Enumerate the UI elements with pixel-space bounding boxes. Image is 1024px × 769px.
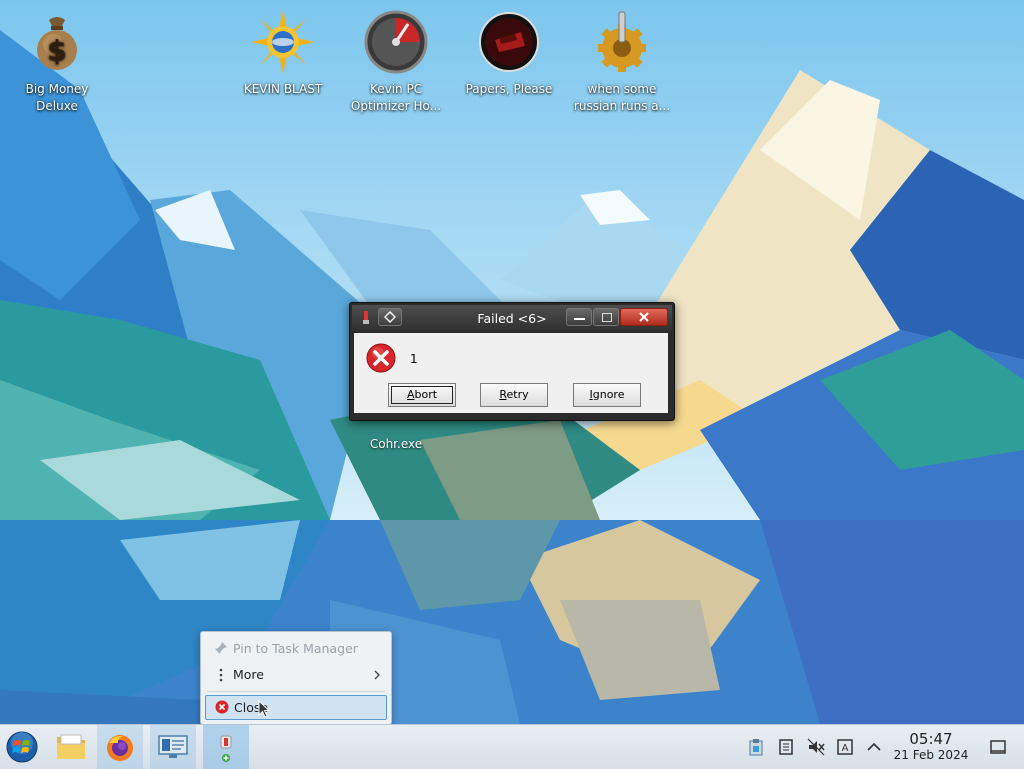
firefox-icon <box>107 735 133 761</box>
desktop-icon-russian-runs[interactable]: when some russian runs a... <box>567 10 677 115</box>
menu-item-more[interactable]: More <box>205 662 387 687</box>
desktop-icon-big-money[interactable]: $ Big Money Deluxe <box>2 10 112 115</box>
retry-mnemonic: R <box>499 388 507 401</box>
desktop-icon-kevin-blast[interactable]: KEVIN BLAST <box>228 10 338 98</box>
desktop-icon-papers-please[interactable]: Papers, Please <box>454 10 564 98</box>
ignore-label-rest: gnore <box>592 388 625 401</box>
money-bag-icon: $ <box>37 17 77 70</box>
abort-button[interactable]: Abort <box>388 383 456 407</box>
volume-muted-icon[interactable] <box>807 738 825 756</box>
abort-label-rest: bort <box>414 388 438 401</box>
mouse-cursor-icon <box>258 700 270 718</box>
desktop-icon-kevin-pc-optimizer[interactable]: Kevin PC Optimizer Ho... <box>341 10 451 115</box>
desktop-icon-label: Big Money Deluxe <box>25 82 89 113</box>
gauge-icon <box>364 10 428 74</box>
close-window-button[interactable] <box>620 308 668 326</box>
retry-button[interactable]: Retry <box>480 383 548 407</box>
clock-time[interactable]: 05:47 <box>893 730 969 748</box>
pin-icon <box>213 636 229 661</box>
gear-icon <box>598 11 646 72</box>
menu-separator <box>207 691 385 692</box>
taskbar-file-manager[interactable] <box>48 725 94 769</box>
windows-start-orb-icon <box>6 731 38 763</box>
close-icon <box>639 312 649 322</box>
dialog-titlebar[interactable]: Failed <6> <box>352 305 672 331</box>
show-desktop-icon[interactable] <box>989 738 1007 756</box>
vertical-dots-icon <box>213 662 229 687</box>
dialog-body: 1 Abort Retry Ignore <box>354 333 668 413</box>
menu-item-pin-to-task-manager[interactable]: Pin to Task Manager <box>205 636 387 661</box>
minimize-icon <box>574 318 585 320</box>
error-icon <box>366 343 396 373</box>
close-circle-icon <box>214 696 230 721</box>
minimize-button[interactable] <box>566 308 592 326</box>
sun-globe-icon <box>251 10 315 74</box>
taskbar-system-settings[interactable] <box>150 725 196 769</box>
clipboard-tray-icon[interactable] <box>747 738 765 756</box>
taskbar-context-menu: Pin to Task Manager More Close <box>200 631 392 725</box>
desktop-icon-label: KEVIN BLAST <box>243 82 323 96</box>
svg-text:$: $ <box>47 34 66 67</box>
desktop-icon-cohr-label[interactable]: Cohr.exe <box>350 437 442 451</box>
ignore-button[interactable]: Ignore <box>573 383 641 407</box>
desktop-icon-label: when some russian runs a... <box>573 82 671 113</box>
menu-item-label: Pin to Task Manager <box>233 641 358 656</box>
monitor-settings-icon <box>158 735 188 758</box>
maximize-button[interactable] <box>593 308 619 326</box>
wine-app-icon <box>220 735 232 762</box>
maximize-icon <box>602 313 612 322</box>
keyboard-layout-icon[interactable]: A <box>836 738 854 756</box>
papers-please-icon <box>479 12 539 72</box>
taskbar: A 05:47 21 Feb 2024 <box>0 724 1024 769</box>
start-button[interactable] <box>0 725 46 769</box>
menu-item-close[interactable]: Close <box>205 695 387 720</box>
retry-label-rest: etry <box>506 388 529 401</box>
menu-item-label: More <box>233 667 264 682</box>
taskbar-firefox[interactable] <box>97 725 143 769</box>
desktop-icon-label: Kevin PC Optimizer Ho... <box>350 82 442 113</box>
dialog-message: 1 <box>410 352 418 366</box>
chevron-up-icon[interactable] <box>865 738 883 756</box>
notes-tray-icon[interactable] <box>777 738 795 756</box>
clock-date[interactable]: 21 Feb 2024 <box>889 748 973 762</box>
desktop-icon-label: Papers, Please <box>465 82 553 96</box>
svg-text:A: A <box>842 743 849 754</box>
chevron-right-icon <box>374 670 380 680</box>
folder-icon <box>57 734 85 759</box>
error-dialog: Failed <6> 1 Abort Retry Ignore <box>349 302 675 421</box>
taskbar-cohr-exe[interactable] <box>203 725 249 769</box>
